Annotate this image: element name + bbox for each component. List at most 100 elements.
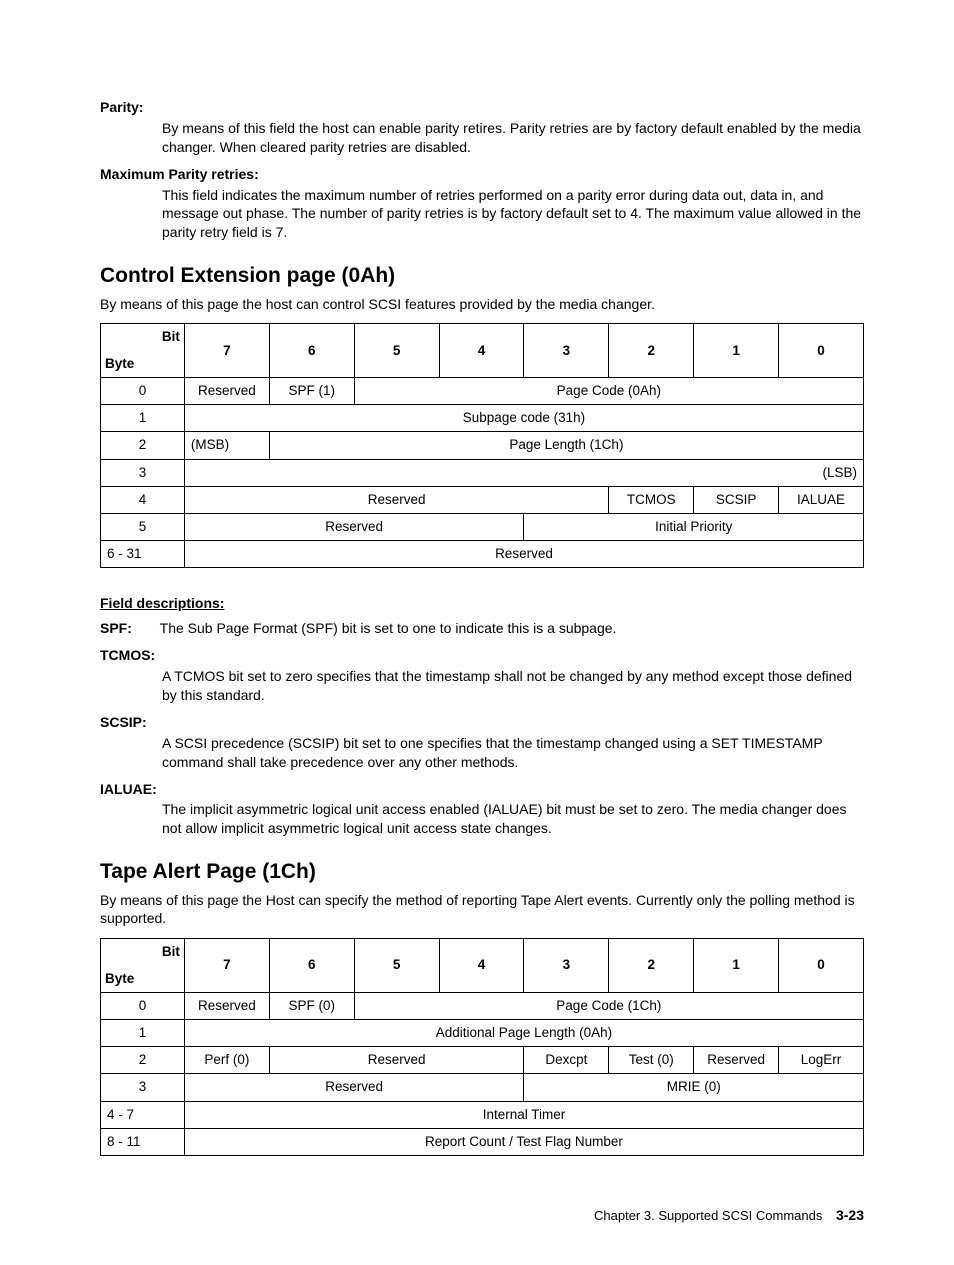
cell-reserved: Reserved	[184, 1074, 524, 1101]
cell-msb: (MSB)	[184, 432, 269, 459]
table-row: 2 Perf (0) Reserved Dexcpt Test (0) Rese…	[101, 1047, 864, 1074]
cell-reserved: Reserved	[269, 1047, 524, 1074]
table-row: 0 Reserved SPF (0) Page Code (1Ch)	[101, 992, 864, 1019]
definition-scsip: SCSIP: A SCSI precedence (SCSIP) bit set…	[100, 713, 864, 772]
table-row: 1 Subpage code (31h)	[101, 405, 864, 432]
table-row: 6 - 31 Reserved	[101, 541, 864, 568]
bit-col-1: 1	[694, 324, 779, 377]
definition-ialuae: IALUAE: The implicit asymmetric logical …	[100, 780, 864, 839]
cell-dexcpt: Dexcpt	[524, 1047, 609, 1074]
cell-test: Test (0)	[609, 1047, 694, 1074]
table-header-row: Bit 7 6 5 4 3 2 1 0	[101, 939, 864, 966]
table-row: 4 Reserved TCMOS SCSIP IALUAE	[101, 486, 864, 513]
cell-reserved: Reserved	[184, 377, 269, 404]
bit-col-5: 5	[354, 939, 439, 992]
bit-col-0: 0	[779, 324, 864, 377]
bit-col-4: 4	[439, 324, 524, 377]
term-spf: SPF:	[100, 619, 156, 638]
term-tcmos: TCMOS:	[100, 646, 864, 665]
bit-col-2: 2	[609, 324, 694, 377]
cell-perf: Perf (0)	[184, 1047, 269, 1074]
table-control-extension: Bit 7 6 5 4 3 2 1 0 Byte 0 Reserved SPF …	[100, 323, 864, 568]
page-footer: Chapter 3. Supported SCSI Commands 3-23	[100, 1206, 864, 1225]
byte-cell: 2	[101, 1047, 185, 1074]
bit-col-6: 6	[269, 324, 354, 377]
table-row: 4 - 7 Internal Timer	[101, 1101, 864, 1128]
section-lead-tape-alert: By means of this page the Host can speci…	[100, 891, 864, 929]
footer-page-number: 3-23	[836, 1207, 864, 1223]
table-row: 3 (LSB)	[101, 459, 864, 486]
corner-byte-label: Byte	[101, 966, 185, 993]
cell-initial-priority: Initial Priority	[524, 514, 864, 541]
bit-col-5: 5	[354, 324, 439, 377]
field-descriptions-header: Field descriptions:	[100, 594, 864, 613]
table-tape-alert: Bit 7 6 5 4 3 2 1 0 Byte 0 Reserved SPF …	[100, 938, 864, 1156]
term-parity: Parity:	[100, 98, 864, 117]
footer-chapter: Chapter 3. Supported SCSI Commands	[594, 1208, 822, 1223]
definition-spf: SPF: The Sub Page Format (SPF) bit is se…	[100, 619, 864, 638]
cell-reserved: Reserved	[184, 541, 863, 568]
byte-cell: 0	[101, 377, 185, 404]
definition-tcmos: TCMOS: A TCMOS bit set to zero specifies…	[100, 646, 864, 705]
cell-page-length: Page Length (1Ch)	[269, 432, 863, 459]
bit-col-6: 6	[269, 939, 354, 992]
cell-spf: SPF (0)	[269, 992, 354, 1019]
bit-col-2: 2	[609, 939, 694, 992]
cell-internal-timer: Internal Timer	[184, 1101, 863, 1128]
body-ialuae: The implicit asymmetric logical unit acc…	[162, 800, 864, 838]
bit-col-0: 0	[779, 939, 864, 992]
term-scsip: SCSIP:	[100, 713, 864, 732]
bit-col-3: 3	[524, 324, 609, 377]
bit-col-1: 1	[694, 939, 779, 992]
bit-col-3: 3	[524, 939, 609, 992]
table-row: 1 Additional Page Length (0Ah)	[101, 1020, 864, 1047]
corner-byte-label: Byte	[101, 351, 185, 378]
section-title-control-extension: Control Extension page (0Ah)	[100, 262, 864, 290]
cell-reserved: Reserved	[184, 992, 269, 1019]
corner-bit-label: Bit	[101, 939, 185, 966]
body-scsip: A SCSI precedence (SCSIP) bit set to one…	[162, 734, 864, 772]
bit-col-4: 4	[439, 939, 524, 992]
section-lead-control-extension: By means of this page the host can contr…	[100, 295, 864, 314]
cell-logerr: LogErr	[779, 1047, 864, 1074]
table-row: 3 Reserved MRIE (0)	[101, 1074, 864, 1101]
term-ialuae: IALUAE:	[100, 780, 864, 799]
cell-mrie: MRIE (0)	[524, 1074, 864, 1101]
term-max-parity: Maximum Parity retries:	[100, 165, 864, 184]
cell-reserved: Reserved	[184, 486, 608, 513]
body-parity: By means of this field the host can enab…	[162, 119, 864, 157]
cell-scsip: SCSIP	[694, 486, 779, 513]
corner-bit-label: Bit	[101, 324, 185, 351]
byte-cell: 2	[101, 432, 185, 459]
cell-ialuae: IALUAE	[779, 486, 864, 513]
bit-col-7: 7	[184, 939, 269, 992]
cell-report-count: Report Count / Test Flag Number	[184, 1128, 863, 1155]
byte-cell: 4	[101, 486, 185, 513]
cell-reserved: Reserved	[694, 1047, 779, 1074]
table-row: 2 (MSB) Page Length (1Ch)	[101, 432, 864, 459]
cell-lsb: (LSB)	[184, 459, 863, 486]
cell-subpage-code: Subpage code (31h)	[184, 405, 863, 432]
byte-cell: 4 - 7	[101, 1101, 185, 1128]
table-header-row: Bit 7 6 5 4 3 2 1 0	[101, 324, 864, 351]
byte-cell: 3	[101, 459, 185, 486]
byte-cell: 8 - 11	[101, 1128, 185, 1155]
bit-col-7: 7	[184, 324, 269, 377]
cell-page-code: Page Code (0Ah)	[354, 377, 863, 404]
byte-cell: 3	[101, 1074, 185, 1101]
byte-cell: 0	[101, 992, 185, 1019]
definition-parity: Parity: By means of this field the host …	[100, 98, 864, 157]
table-row: 0 Reserved SPF (1) Page Code (0Ah)	[101, 377, 864, 404]
byte-cell: 1	[101, 1020, 185, 1047]
definition-max-parity: Maximum Parity retries: This field indic…	[100, 165, 864, 243]
byte-cell: 5	[101, 514, 185, 541]
body-spf: The Sub Page Format (SPF) bit is set to …	[160, 620, 617, 636]
body-tcmos: A TCMOS bit set to zero specifies that t…	[162, 667, 864, 705]
byte-cell: 1	[101, 405, 185, 432]
body-max-parity: This field indicates the maximum number …	[162, 186, 864, 243]
section-title-tape-alert: Tape Alert Page (1Ch)	[100, 858, 864, 886]
table-row: 5 Reserved Initial Priority	[101, 514, 864, 541]
cell-tcmos: TCMOS	[609, 486, 694, 513]
cell-additional-page-length: Additional Page Length (0Ah)	[184, 1020, 863, 1047]
cell-reserved: Reserved	[184, 514, 524, 541]
